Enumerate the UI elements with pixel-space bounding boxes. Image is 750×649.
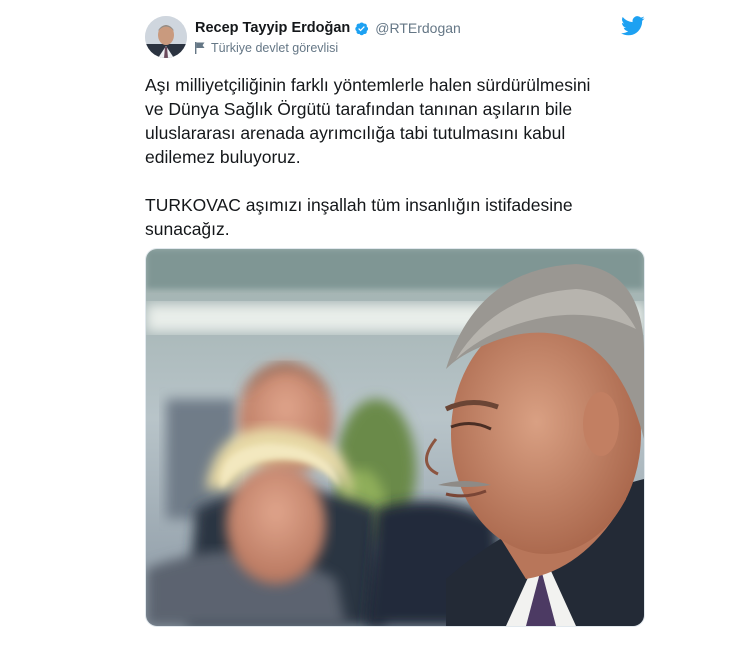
tweet-text: Aşı milliyetçiliğinin farklı yöntemlerle… <box>145 73 645 241</box>
author-name-line: Recep Tayyip Erdoğan @RTErdogan <box>195 20 461 36</box>
tweet-header: Recep Tayyip Erdoğan @RTErdogan Türkiye … <box>145 14 645 64</box>
government-label: Türkiye devlet görevlisi <box>195 41 338 55</box>
tweet-photo[interactable] <box>145 248 645 627</box>
tweet-paragraph: Aşı milliyetçiliğinin farklı yöntemlerle… <box>145 75 591 167</box>
government-label-text[interactable]: Türkiye devlet görevlisi <box>211 41 338 55</box>
tweet-paragraph: TURKOVAC aşımızı inşallah tüm insanlığın… <box>145 195 573 239</box>
twitter-bird-icon[interactable] <box>621 16 645 36</box>
author-handle[interactable]: @RTErdogan <box>375 20 461 36</box>
tweet-card: Recep Tayyip Erdoğan @RTErdogan Türkiye … <box>0 0 750 649</box>
author-display-name[interactable]: Recep Tayyip Erdoğan <box>195 20 350 36</box>
avatar[interactable] <box>145 16 187 58</box>
verified-badge-icon <box>355 21 369 35</box>
flag-icon <box>195 42 205 54</box>
